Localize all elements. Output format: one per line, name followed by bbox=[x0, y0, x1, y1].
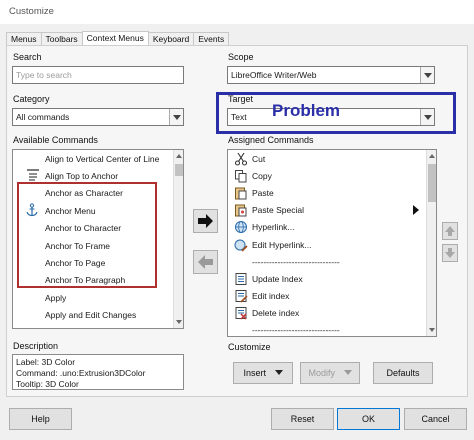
insert-button[interactable]: Insert bbox=[233, 362, 293, 384]
assigned-scrollbar[interactable] bbox=[426, 150, 436, 336]
description-line: Tooltip: 3D Color bbox=[16, 379, 79, 389]
help-button[interactable]: Help bbox=[9, 408, 72, 430]
defaults-button[interactable]: Defaults bbox=[373, 362, 433, 384]
category-select[interactable]: All commands bbox=[12, 108, 184, 126]
scroll-down-icon[interactable] bbox=[175, 318, 183, 326]
reset-button[interactable]: Reset bbox=[271, 408, 334, 430]
list-item[interactable]: Paste Special bbox=[252, 202, 304, 219]
move-up-button[interactable] bbox=[442, 222, 458, 240]
scroll-thumb[interactable] bbox=[175, 164, 183, 176]
arrow-down-icon bbox=[445, 248, 455, 258]
list-item[interactable]: Align to Vertical Center of Line bbox=[45, 151, 159, 168]
scroll-down-icon[interactable] bbox=[428, 326, 436, 334]
list-item[interactable]: Apply and Edit Changes bbox=[45, 307, 136, 324]
tab-bar: Menus Toolbars Context Menus Keyboard Ev… bbox=[6, 31, 230, 46]
description-line: Label: 3D Color bbox=[16, 357, 76, 367]
ok-button[interactable]: OK bbox=[337, 408, 400, 430]
search-label: Search bbox=[13, 52, 42, 62]
paste-icon bbox=[235, 187, 247, 200]
cancel-button[interactable]: Cancel bbox=[404, 408, 467, 430]
modify-button[interactable]: Modify bbox=[300, 362, 360, 384]
list-item[interactable]: Paste bbox=[252, 185, 274, 202]
list-item[interactable]: Delete index bbox=[252, 305, 299, 322]
list-separator[interactable]: ------------------------------- bbox=[252, 322, 340, 336]
list-item[interactable]: Copy bbox=[252, 168, 272, 185]
customize-label: Customize bbox=[228, 342, 271, 352]
list-item[interactable]: Edit index bbox=[252, 288, 289, 305]
list-item[interactable]: Update Index bbox=[252, 271, 303, 288]
chevron-down-icon bbox=[420, 67, 434, 83]
scroll-up-icon[interactable] bbox=[428, 152, 436, 160]
arrow-left-icon bbox=[198, 255, 213, 269]
scissors-icon bbox=[234, 152, 248, 166]
chevron-down-icon bbox=[169, 109, 183, 125]
list-separator[interactable]: ------------------------------- bbox=[252, 254, 340, 271]
description-label: Description bbox=[13, 341, 59, 351]
edit-index-icon bbox=[235, 290, 248, 303]
list-item[interactable]: Edit Hyperlink... bbox=[252, 237, 312, 254]
scroll-thumb[interactable] bbox=[428, 164, 436, 202]
scroll-up-icon[interactable] bbox=[175, 152, 183, 160]
assigned-commands-label: Assigned Commands bbox=[228, 135, 314, 145]
submenu-arrow-icon bbox=[413, 205, 419, 215]
title-bar: Customize bbox=[0, 0, 474, 24]
list-item[interactable]: Apply bbox=[45, 290, 66, 307]
annotation-text: Problem bbox=[272, 101, 341, 120]
category-label: Category bbox=[13, 94, 50, 104]
available-commands-label: Available Commands bbox=[13, 135, 98, 145]
remove-command-button[interactable] bbox=[193, 250, 218, 274]
description-box: Label: 3D Color Command: .uno:Extrusion3… bbox=[12, 354, 184, 390]
tab-keyboard[interactable]: Keyboard bbox=[147, 32, 195, 45]
tab-toolbars[interactable]: Toolbars bbox=[40, 32, 83, 45]
list-item[interactable]: Cut bbox=[252, 151, 265, 168]
hyperlink-icon bbox=[235, 221, 247, 233]
move-down-button[interactable] bbox=[442, 244, 458, 262]
align-top-icon bbox=[27, 169, 39, 181]
scope-select[interactable]: LibreOffice Writer/Web bbox=[227, 66, 435, 84]
tab-events[interactable]: Events bbox=[193, 32, 230, 45]
description-line: Command: .uno:Extrusion3DColor bbox=[16, 368, 146, 378]
dropdown-arrow-icon bbox=[343, 370, 352, 375]
edit-hyperlink-icon bbox=[234, 239, 248, 252]
search-input[interactable]: Type to search bbox=[12, 66, 184, 84]
copy-icon bbox=[235, 170, 247, 183]
arrow-right-icon bbox=[198, 214, 213, 228]
assigned-commands-list[interactable]: Cut Copy Paste Paste Special Hyperlink..… bbox=[227, 149, 437, 337]
tab-menus[interactable]: Menus bbox=[6, 32, 42, 45]
update-index-icon bbox=[235, 273, 247, 285]
tab-context-menus[interactable]: Context Menus bbox=[81, 31, 149, 45]
available-scrollbar[interactable] bbox=[173, 150, 183, 328]
list-item[interactable]: Hyperlink... bbox=[252, 219, 295, 236]
delete-index-icon bbox=[235, 307, 247, 320]
add-command-button[interactable] bbox=[193, 209, 218, 233]
scope-label: Scope bbox=[228, 52, 254, 62]
window-title: Customize bbox=[9, 6, 54, 17]
highlight-box bbox=[17, 182, 157, 288]
dropdown-arrow-icon bbox=[274, 370, 283, 375]
paste-special-icon bbox=[235, 204, 247, 217]
arrow-up-icon bbox=[445, 226, 455, 236]
